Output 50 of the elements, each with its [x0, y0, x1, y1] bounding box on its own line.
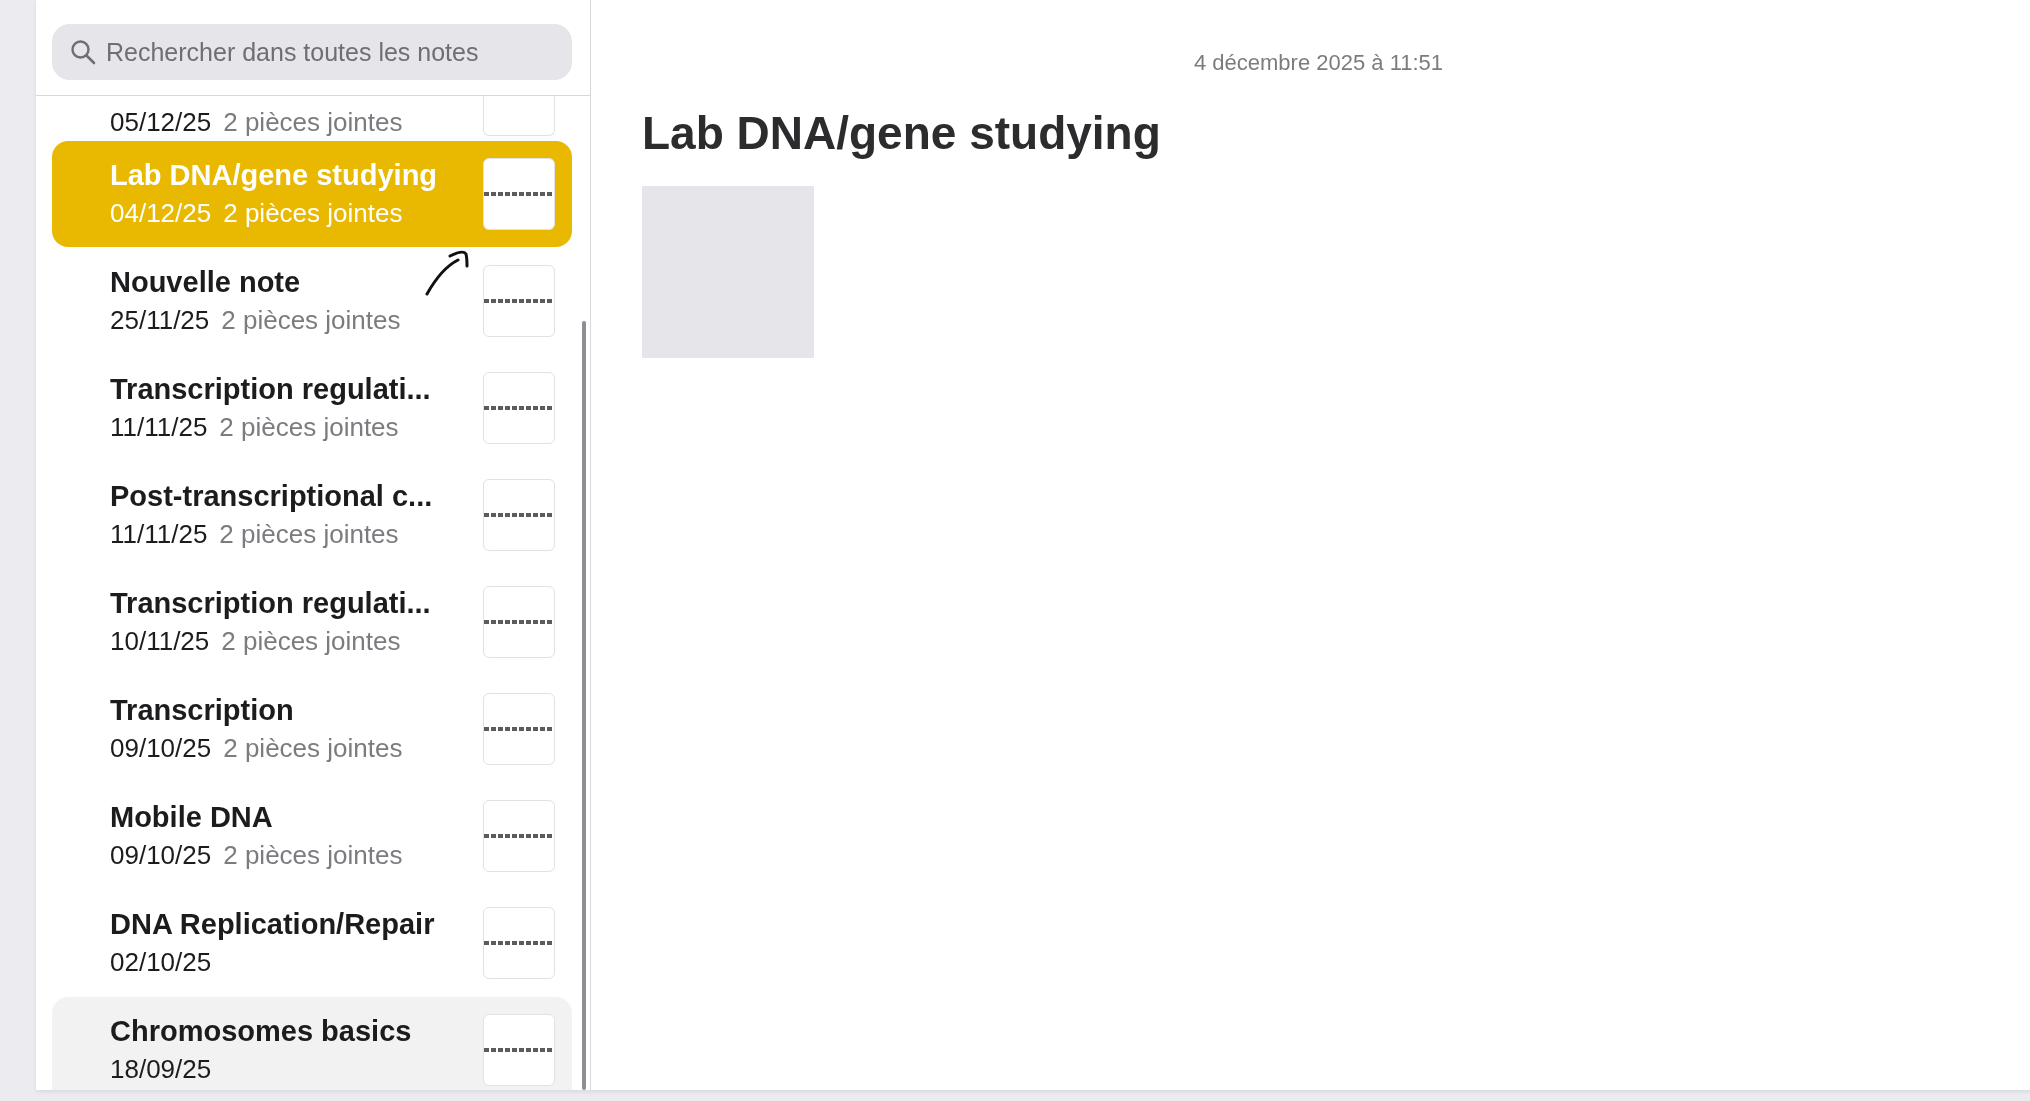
- search-field[interactable]: Rechercher dans toutes les notes: [52, 24, 572, 80]
- document-thumbnail: [483, 1014, 555, 1086]
- document-thumbnail: [483, 158, 555, 230]
- document-thumbnail: [483, 907, 555, 979]
- note-date: 11/11/25: [110, 519, 208, 550]
- note-item[interactable]: Transcription regulati... 10/11/25 2 pièces jointes: [52, 569, 572, 675]
- note-title: Mobile DNA: [110, 801, 273, 834]
- note-date: 09/10/25: [110, 840, 212, 871]
- note-item[interactable]: 05/12/25 2 pièces jointes: [52, 96, 572, 140]
- note-item[interactable]: Chromosomes basics 18/09/25: [52, 997, 572, 1090]
- note-item[interactable]: Mobile DNA 09/10/25 2 pièces jointes: [52, 783, 572, 889]
- note-title: Lab DNA/gene studying: [110, 159, 438, 192]
- attachment-count: 2 pièces jointes: [221, 305, 401, 336]
- note-title: Chromosomes basics: [110, 1015, 412, 1048]
- scrollbar[interactable]: [582, 321, 586, 1090]
- note-date: 25/11/25: [110, 305, 210, 336]
- attachment-count: 2 pièces jointes: [223, 107, 403, 138]
- document-thumbnail: [483, 800, 555, 872]
- note-timestamp: 4 décembre 2025 à 11:51: [1192, 50, 1445, 76]
- attachment-count: 2 pièces jointes: [223, 198, 403, 229]
- note-date: 18/09/25: [110, 1054, 212, 1085]
- note-title: Post-transcriptional c...: [110, 480, 433, 513]
- note-title: Transcription: [110, 694, 294, 727]
- note-date: 11/11/25: [110, 412, 208, 443]
- note-date: 10/11/25: [110, 626, 210, 657]
- note-date: 04/12/25: [110, 198, 212, 229]
- note-date: 05/12/25: [110, 107, 212, 138]
- note-item[interactable]: Post-transcriptional c... 11/11/25 2 pièces jointes: [52, 462, 572, 568]
- document-thumbnail: [483, 479, 555, 551]
- document-thumbnail: [483, 265, 555, 337]
- note-title: Transcription regulati...: [110, 373, 431, 406]
- attachment-count: 2 pièces jointes: [219, 519, 399, 550]
- document-thumbnail: [483, 586, 555, 658]
- note-item[interactable]: Transcription 09/10/25 2 pièces jointes: [52, 676, 572, 782]
- note-date: 09/10/25: [110, 733, 212, 764]
- pen-stroke-drawing: [424, 248, 470, 296]
- note-item[interactable]: Nouvelle note 25/11/25 2 pièces jointes: [52, 248, 572, 354]
- note-item[interactable]: Transcription regulati... 11/11/25 2 pièces jointes: [52, 355, 572, 461]
- note-item[interactable]: DNA Replication/Repair 02/10/25: [52, 890, 572, 996]
- note-title: Nouvelle note: [110, 266, 301, 299]
- attachment-count: 2 pièces jointes: [219, 412, 399, 443]
- note-date: 02/10/25: [110, 947, 212, 978]
- attachment-count: 2 pièces jointes: [221, 626, 401, 657]
- note-heading: Lab DNA/gene studying: [642, 106, 1162, 160]
- document-thumbnail: [483, 372, 555, 444]
- note-title: Transcription regulati...: [110, 587, 431, 620]
- attachment-count: 2 pièces jointes: [223, 840, 403, 871]
- document-thumbnail: [483, 693, 555, 765]
- attachment-count: 2 pièces jointes: [223, 733, 403, 764]
- note-title: DNA Replication/Repair: [110, 908, 435, 941]
